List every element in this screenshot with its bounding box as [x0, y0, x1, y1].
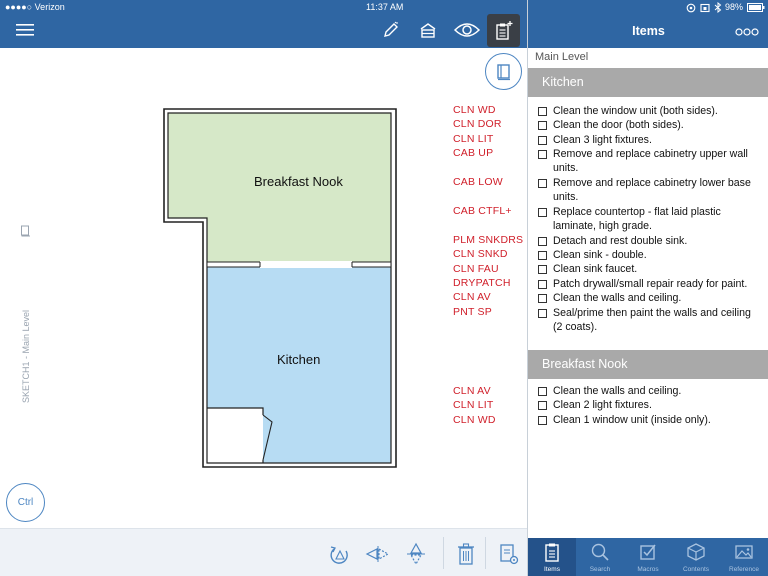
item-checkbox[interactable] [538, 401, 547, 410]
list-item[interactable]: Clean the walls and ceiling. [538, 291, 763, 305]
panel-title: Items [632, 24, 665, 38]
image-icon [735, 545, 753, 559]
menu-icon[interactable] [12, 17, 38, 43]
tab-search[interactable]: Search [576, 538, 624, 576]
floor-plan[interactable] [0, 48, 527, 528]
item-checkbox[interactable] [538, 179, 547, 188]
list-item[interactable]: Clean the door (both sides). [538, 118, 763, 132]
list-item[interactable]: Clean the window unit (both sides). [538, 104, 763, 118]
room-label-breakfast-nook: Breakfast Nook [254, 174, 343, 189]
box-icon [687, 543, 705, 561]
item-checkbox[interactable] [538, 280, 547, 289]
page-icon [20, 224, 32, 237]
tab-reference[interactable]: Reference [720, 538, 768, 576]
battery-icon [747, 3, 765, 12]
list-item[interactable]: Remove and replace cabinetry upper wall … [538, 147, 763, 176]
app-root: ●●●●○ Verizon 11:37 AM Breakfast Nook Ki… [0, 0, 768, 576]
item-checkbox[interactable] [538, 416, 547, 425]
list-item[interactable]: Detach and rest double sink. [538, 234, 763, 248]
code-label: CAB LOW [453, 176, 503, 188]
clipboard-icon [545, 543, 559, 562]
section-header-breakfast-nook[interactable]: Breakfast Nook [528, 350, 768, 379]
code-label: DRYPATCH [453, 277, 511, 289]
code-label: CLN FAU [453, 263, 499, 275]
settings-doc-icon[interactable] [496, 541, 522, 567]
code-label: CLN SNKD [453, 248, 508, 260]
tab-items[interactable]: Items [528, 538, 576, 576]
room-label-kitchen: Kitchen [277, 352, 321, 367]
item-checkbox[interactable] [538, 121, 547, 130]
level-label: Main Level [535, 51, 589, 63]
pencil-icon[interactable] [378, 17, 404, 43]
flip-horizontal-icon[interactable] [364, 541, 390, 567]
level-icon[interactable] [415, 17, 441, 43]
list-item[interactable]: Clean 2 light fixtures. [538, 398, 763, 412]
items-panel: 98% Items Main Level Kitchen Clean the w… [527, 0, 768, 576]
item-checkbox[interactable] [538, 136, 547, 145]
code-label: CAB UP [453, 147, 494, 159]
code-label: CLN DOR [453, 118, 502, 130]
item-checkbox[interactable] [538, 208, 547, 217]
rotate-icon[interactable] [327, 541, 353, 567]
list-item[interactable]: Clean sink - double. [538, 248, 763, 262]
list-item[interactable]: Clean 1 window unit (inside only). [538, 413, 763, 427]
book-icon [496, 63, 510, 80]
bluetooth-icon [714, 2, 722, 13]
code-label: CAB CTFL+ [453, 205, 512, 217]
ctrl-button[interactable]: Ctrl [6, 483, 45, 522]
item-checkbox[interactable] [538, 251, 547, 260]
bottom-tab-bar: Items Search Macros Contents Reference [528, 538, 768, 576]
search-icon [591, 543, 609, 561]
code-label: PLM SNKDRS [453, 234, 524, 246]
closet-room [207, 408, 263, 463]
sketch-pane: ●●●●○ Verizon 11:37 AM Breakfast Nook Ki… [0, 0, 527, 576]
tab-macros[interactable]: Macros [624, 538, 672, 576]
code-label: CLN LIT [453, 399, 494, 411]
code-label: CLN AV [453, 385, 491, 397]
list-item[interactable]: Patch drywall/small repair ready for pai… [538, 277, 763, 291]
sketch-bottom-toolbar [0, 528, 527, 576]
list-item[interactable]: Clean sink faucet. [538, 262, 763, 276]
sketch-canvas[interactable]: Breakfast Nook Kitchen CLN WD CLN DOR CL… [0, 48, 527, 528]
sketch-view-button[interactable] [485, 53, 522, 90]
clipboard-add-icon[interactable] [487, 14, 520, 47]
code-label: CLN WD [453, 104, 496, 116]
toolbar-divider [485, 537, 486, 569]
item-checkbox[interactable] [538, 107, 547, 116]
item-checkbox[interactable] [538, 265, 547, 274]
code-label: PNT SP [453, 306, 492, 318]
item-checkbox[interactable] [538, 237, 547, 246]
list-item[interactable]: Seal/prime then paint the walls and ceil… [538, 306, 763, 335]
toolbar-divider [443, 537, 444, 569]
eye-icon[interactable] [452, 17, 482, 43]
sketch-toolbar: ●●●●○ Verizon 11:37 AM [0, 0, 527, 48]
opening [260, 261, 352, 268]
trash-icon[interactable] [453, 541, 479, 567]
location-icon [686, 3, 696, 13]
items-header: 98% Items [528, 0, 768, 48]
carrier-status: ●●●●○ Verizon [5, 2, 65, 12]
item-checkbox[interactable] [538, 309, 547, 318]
screen-lock-icon [700, 3, 710, 13]
status-time: 11:37 AM [366, 2, 404, 12]
list-item[interactable]: Clean the walls and ceiling. [538, 384, 763, 398]
section-header-kitchen[interactable]: Kitchen [528, 68, 768, 97]
tab-contents[interactable]: Contents [672, 538, 720, 576]
list-item[interactable]: Remove and replace cabinetry lower base … [538, 176, 763, 205]
sketch-level-label: SKETCH1 - Main Level [21, 309, 31, 403]
code-label: CLN WD [453, 414, 496, 426]
item-checkbox[interactable] [538, 150, 547, 159]
code-label: CLN AV [453, 291, 491, 303]
checkbox-icon [640, 544, 656, 560]
list-item[interactable]: Replace countertop - flat laid plastic l… [538, 205, 763, 234]
battery-percent: 98% [725, 2, 744, 12]
code-label: CLN LIT [453, 133, 494, 145]
more-options-icon[interactable] [735, 24, 763, 36]
list-item[interactable]: Clean 3 light fixtures. [538, 133, 763, 147]
item-checkbox[interactable] [538, 294, 547, 303]
item-checkbox[interactable] [538, 387, 547, 396]
flip-vertical-icon[interactable] [403, 541, 429, 567]
